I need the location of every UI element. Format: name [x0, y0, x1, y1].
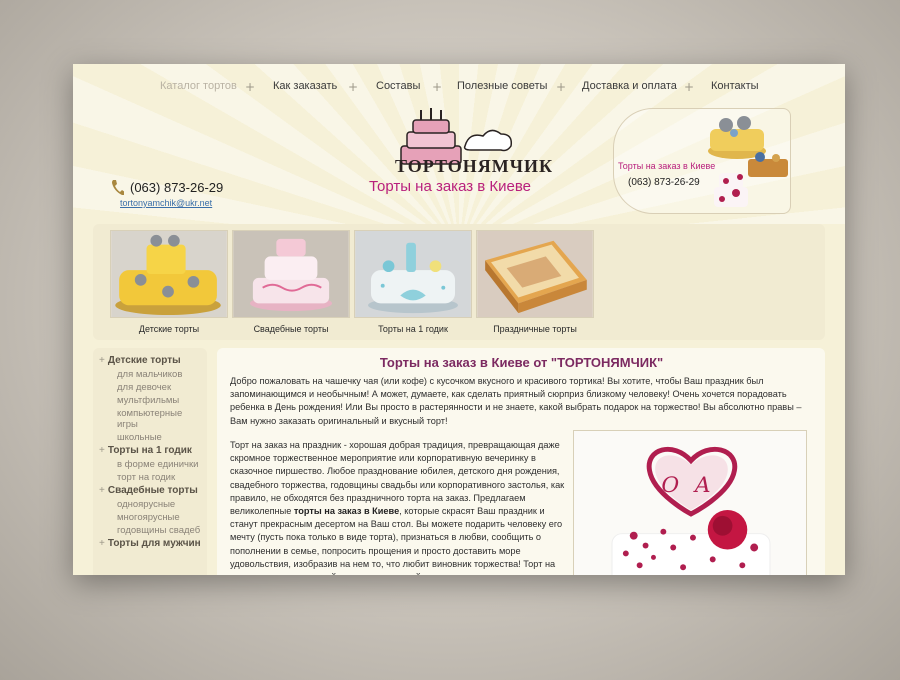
sidebar-item[interactable]: торт на годик	[117, 472, 203, 483]
promo-phone: (063) 873-26-29	[628, 177, 700, 188]
sidebar-item[interactable]: для девочек	[117, 382, 203, 393]
phone-number: (063) 873-26-29	[130, 179, 224, 195]
header-tagline: Торты на заказ в Киеве	[369, 178, 532, 195]
category-gallery: Детские торты Свадебные торты Торты на 1…	[93, 224, 825, 340]
logo-text: ТОРТОНЯМЧИК	[395, 156, 554, 176]
nav-item-ingredients[interactable]: Составы	[376, 80, 420, 92]
sidebar-item[interactable]: школьные	[117, 432, 203, 443]
nav-separator-icon: +	[684, 80, 695, 94]
svg-text:A: A	[693, 473, 711, 498]
category-label: Детские торты	[138, 324, 200, 334]
category-label: Торты на 1 годик	[378, 324, 448, 334]
nav-item-tips[interactable]: Полезные советы	[457, 80, 547, 92]
main-content: Торты на заказ в Киеве от "ТОРТОНЯМЧИК" …	[217, 348, 825, 575]
nav-item-delivery[interactable]: Доставка и оплата	[582, 80, 677, 92]
holiday-cake-thumbnail	[476, 230, 594, 318]
nav-separator-icon: +	[556, 80, 567, 94]
children-cake-thumbnail	[110, 230, 228, 318]
sidebar-group-wedding[interactable]: + Свадебные торты	[99, 485, 203, 497]
top-nav: Каталог тортов + Как заказать + Составы …	[73, 80, 845, 100]
header-phone: (063) 873-26-29	[110, 179, 223, 195]
promo-title: Торты на заказ в Киеве	[618, 161, 716, 171]
promo-banner[interactable]: Торты на заказ в Киеве (063) 873-26-29	[613, 108, 791, 214]
promo-cake-image	[714, 173, 748, 207]
sidebar-item[interactable]: в форме единички	[117, 459, 203, 470]
category-label: Свадебные торты	[253, 324, 329, 334]
nav-item-contacts[interactable]: Контакты	[711, 80, 759, 92]
nav-item-catalog[interactable]: Каталог тортов	[160, 80, 237, 92]
sidebar-item[interactable]: для мальчиков	[117, 369, 203, 380]
first-birthday-cake-thumbnail	[354, 230, 472, 318]
body-bold-link: торты на заказ в Киеве	[293, 506, 400, 517]
sidebar-menu: + Детские торты для мальчиков для девочек…	[93, 348, 207, 575]
email-link[interactable]: tortonyamchik@ukr.net	[120, 198, 212, 208]
sidebar-item[interactable]: компьютерные игры	[117, 408, 203, 430]
sidebar-item[interactable]: многоярусные	[117, 512, 203, 523]
nav-separator-icon: +	[432, 80, 443, 94]
plus-icon: +	[99, 355, 105, 366]
sidebar-group-men[interactable]: + Торты для мужчин	[99, 538, 203, 550]
svg-text:O: O	[661, 473, 679, 498]
intro-paragraph: Добро пожаловать на чашечку чая (или коф…	[230, 376, 802, 426]
category-holiday-cakes[interactable]: Праздничные торты	[476, 230, 594, 334]
plus-icon: +	[99, 538, 105, 549]
website-frame: Каталог тортов + Как заказать + Составы …	[73, 64, 845, 575]
nav-item-how-to-order[interactable]: Как заказать	[273, 80, 337, 92]
sidebar-group-first-year[interactable]: + Торты на 1 годик	[99, 445, 203, 457]
category-first-birthday-cakes[interactable]: Торты на 1 годик	[354, 230, 472, 334]
sidebar-item[interactable]: мультфильмы	[117, 395, 203, 406]
sidebar-group-children[interactable]: + Детские торты	[99, 355, 203, 367]
phone-icon	[112, 180, 124, 195]
category-wedding-cakes[interactable]: Свадебные торты	[232, 230, 350, 334]
sidebar-item[interactable]: одноярусные	[117, 499, 203, 510]
category-children-cakes[interactable]: Детские торты	[110, 230, 228, 334]
body-paragraph: Торт на заказ на праздник - хорошая добр…	[230, 440, 565, 575]
nav-separator-icon: +	[245, 80, 256, 94]
plus-icon: +	[99, 485, 105, 496]
wedding-cake-thumbnail	[232, 230, 350, 318]
nav-separator-icon: +	[348, 80, 359, 94]
featured-cake-image: O A	[573, 430, 807, 575]
promo-cake-image	[748, 152, 788, 177]
sidebar-item[interactable]: годовщины свадеб	[117, 525, 203, 536]
category-label: Праздничные торты	[493, 324, 577, 334]
page-title: Торты на заказ в Киеве от "ТОРТОНЯМЧИК"	[379, 355, 664, 370]
plus-icon: +	[99, 445, 105, 456]
